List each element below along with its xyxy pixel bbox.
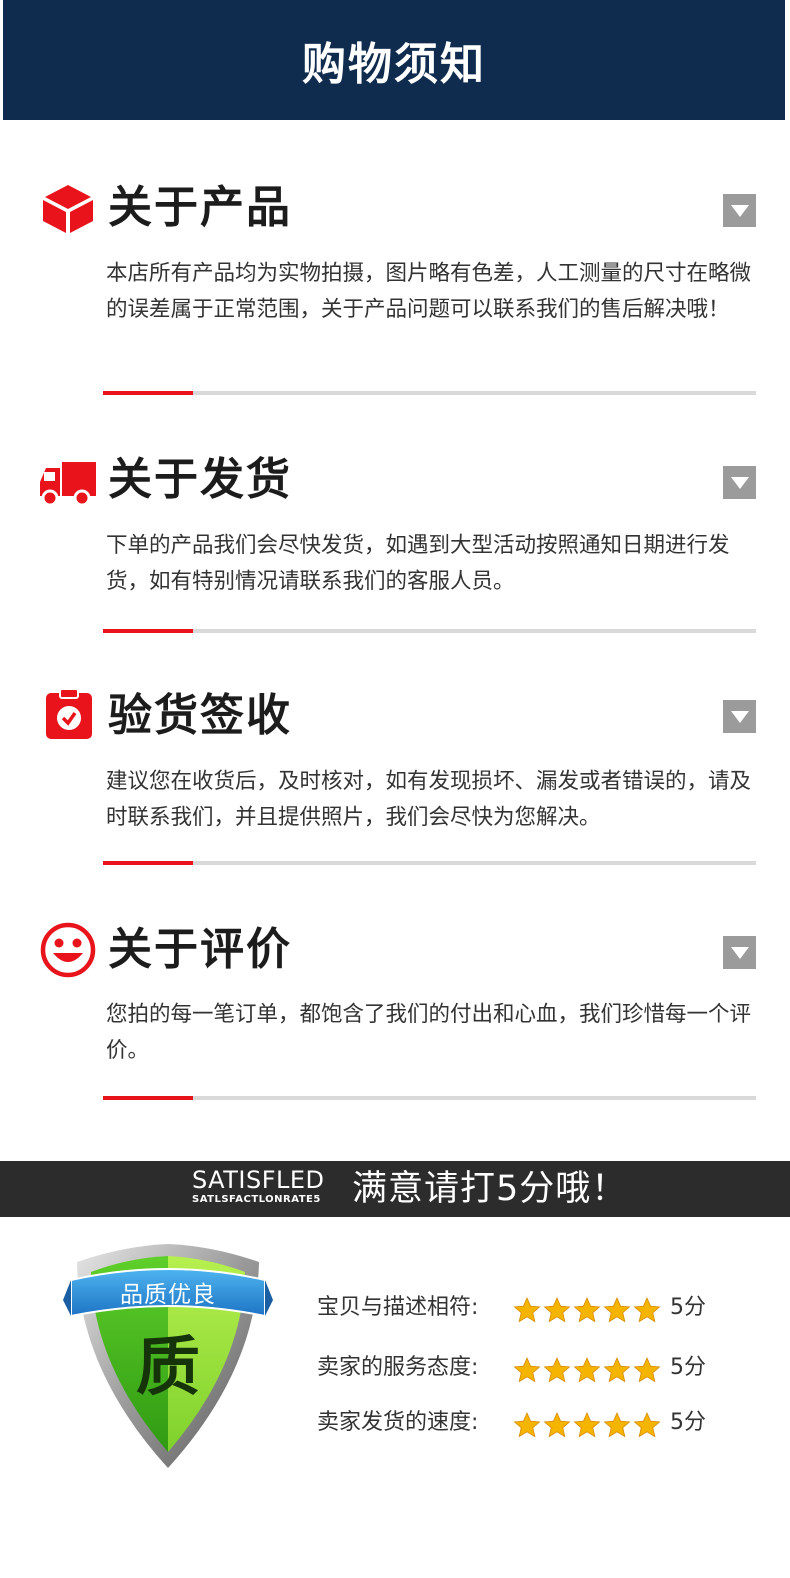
star-icon	[633, 1357, 661, 1383]
rating-row: 宝贝与描述相符: 5分	[317, 1288, 737, 1348]
rating-label: 卖家发货的速度:	[317, 1410, 479, 1435]
star-icon	[603, 1297, 631, 1323]
banner-english-subtitle: SATLSFACTLONRATE5	[192, 1194, 321, 1205]
section-title: 关于产品	[108, 182, 292, 233]
star-icon	[573, 1297, 601, 1323]
cube-icon	[43, 185, 93, 233]
section-body: 下单的产品我们会尽快发货，如遇到大型活动按照通知日期进行发货，如有特别情况请联系…	[106, 533, 730, 594]
star-rating	[513, 1357, 661, 1383]
section-divider	[103, 861, 756, 865]
star-icon	[573, 1357, 601, 1383]
badge-glyph: 质	[136, 1330, 200, 1405]
section-divider	[103, 391, 756, 395]
expand-toggle-button[interactable]	[723, 194, 756, 227]
section-title: 关于发货	[108, 454, 292, 505]
section-title: 验货签收	[108, 690, 292, 741]
star-icon	[513, 1297, 541, 1323]
rating-row: 卖家发货的速度: 5分	[317, 1408, 737, 1460]
star-icon	[513, 1412, 541, 1438]
expand-toggle-button[interactable]	[723, 936, 756, 969]
banner-chinese: 满意请打5分哦！	[352, 1169, 628, 1209]
rating-row: 卖家的服务态度: 5分	[317, 1348, 737, 1408]
section-title: 关于评价	[108, 924, 292, 975]
section-product: 关于产品 本店所有产品均为实物拍摄，图片略有色差，人工测量的尺寸在略微的误差属于…	[0, 180, 790, 400]
section-divider	[103, 1096, 756, 1100]
divider-accent	[103, 861, 193, 865]
rating-score: 5分	[670, 1355, 706, 1380]
star-icon	[543, 1297, 571, 1323]
star-rating	[513, 1412, 661, 1438]
rating-label: 宝贝与描述相符:	[317, 1295, 479, 1320]
section-body: 您拍的每一笔订单，都饱含了我们的付出和心血，我们珍惜每一个评价。	[106, 1002, 752, 1063]
star-icon	[633, 1297, 661, 1323]
chevron-down-icon	[730, 204, 749, 217]
satisfaction-banner: SATISFLED SATLSFACTLONRATE5 满意请打5分哦！	[0, 1161, 790, 1217]
star-icon	[513, 1357, 541, 1383]
divider-accent	[103, 391, 193, 395]
star-icon	[543, 1412, 571, 1438]
banner-english-title: SATISFLED	[192, 1166, 325, 1194]
star-icon	[633, 1412, 661, 1438]
banner-english: SATISFLED SATLSFACTLONRATE5	[192, 1167, 325, 1207]
section-body: 本店所有产品均为实物拍摄，图片略有色差，人工测量的尺寸在略微的误差属于正常范围，…	[106, 261, 752, 322]
rating-label: 卖家的服务态度:	[317, 1355, 479, 1380]
star-icon	[603, 1412, 631, 1438]
quality-badge: 品质优良 质	[63, 1240, 273, 1472]
badge-ribbon-text: 品质优良	[120, 1282, 216, 1308]
section-divider	[103, 629, 756, 633]
expand-toggle-button[interactable]	[723, 700, 756, 733]
divider-accent	[103, 1096, 193, 1100]
chevron-down-icon	[730, 946, 749, 959]
star-rating	[513, 1297, 661, 1323]
chevron-down-icon	[730, 476, 749, 489]
truck-icon	[40, 462, 96, 507]
section-inspection: 验货签收 建议您在收货后，及时核对，如有发现损坏、漏发或者错误的，请及时联系我们…	[0, 688, 790, 873]
divider-accent	[103, 629, 193, 633]
rating-score: 5分	[670, 1295, 706, 1320]
rating-score: 5分	[670, 1410, 706, 1435]
star-icon	[603, 1357, 631, 1383]
page-header: 购物须知	[3, 0, 785, 120]
expand-toggle-button[interactable]	[723, 466, 756, 499]
chevron-down-icon	[730, 710, 749, 723]
star-icon	[543, 1357, 571, 1383]
clipboard-check-icon	[46, 688, 92, 739]
page-title: 购物须知	[302, 39, 486, 90]
section-shipping: 关于发货 下单的产品我们会尽快发货，如遇到大型活动按照通知日期进行发货，如有特别…	[0, 452, 790, 637]
rating-list: 宝贝与描述相符: 5分 卖家的服务态度: 5分 卖家发货的速度: 5分	[317, 1288, 737, 1460]
star-icon	[573, 1412, 601, 1438]
section-review: 关于评价 您拍的每一笔订单，都饱含了我们的付出和心血，我们珍惜每一个评价。	[0, 922, 790, 1107]
section-body: 建议您在收货后，及时核对，如有发现损坏、漏发或者错误的，请及时联系我们，并且提供…	[106, 769, 752, 830]
smiley-icon	[40, 922, 96, 978]
